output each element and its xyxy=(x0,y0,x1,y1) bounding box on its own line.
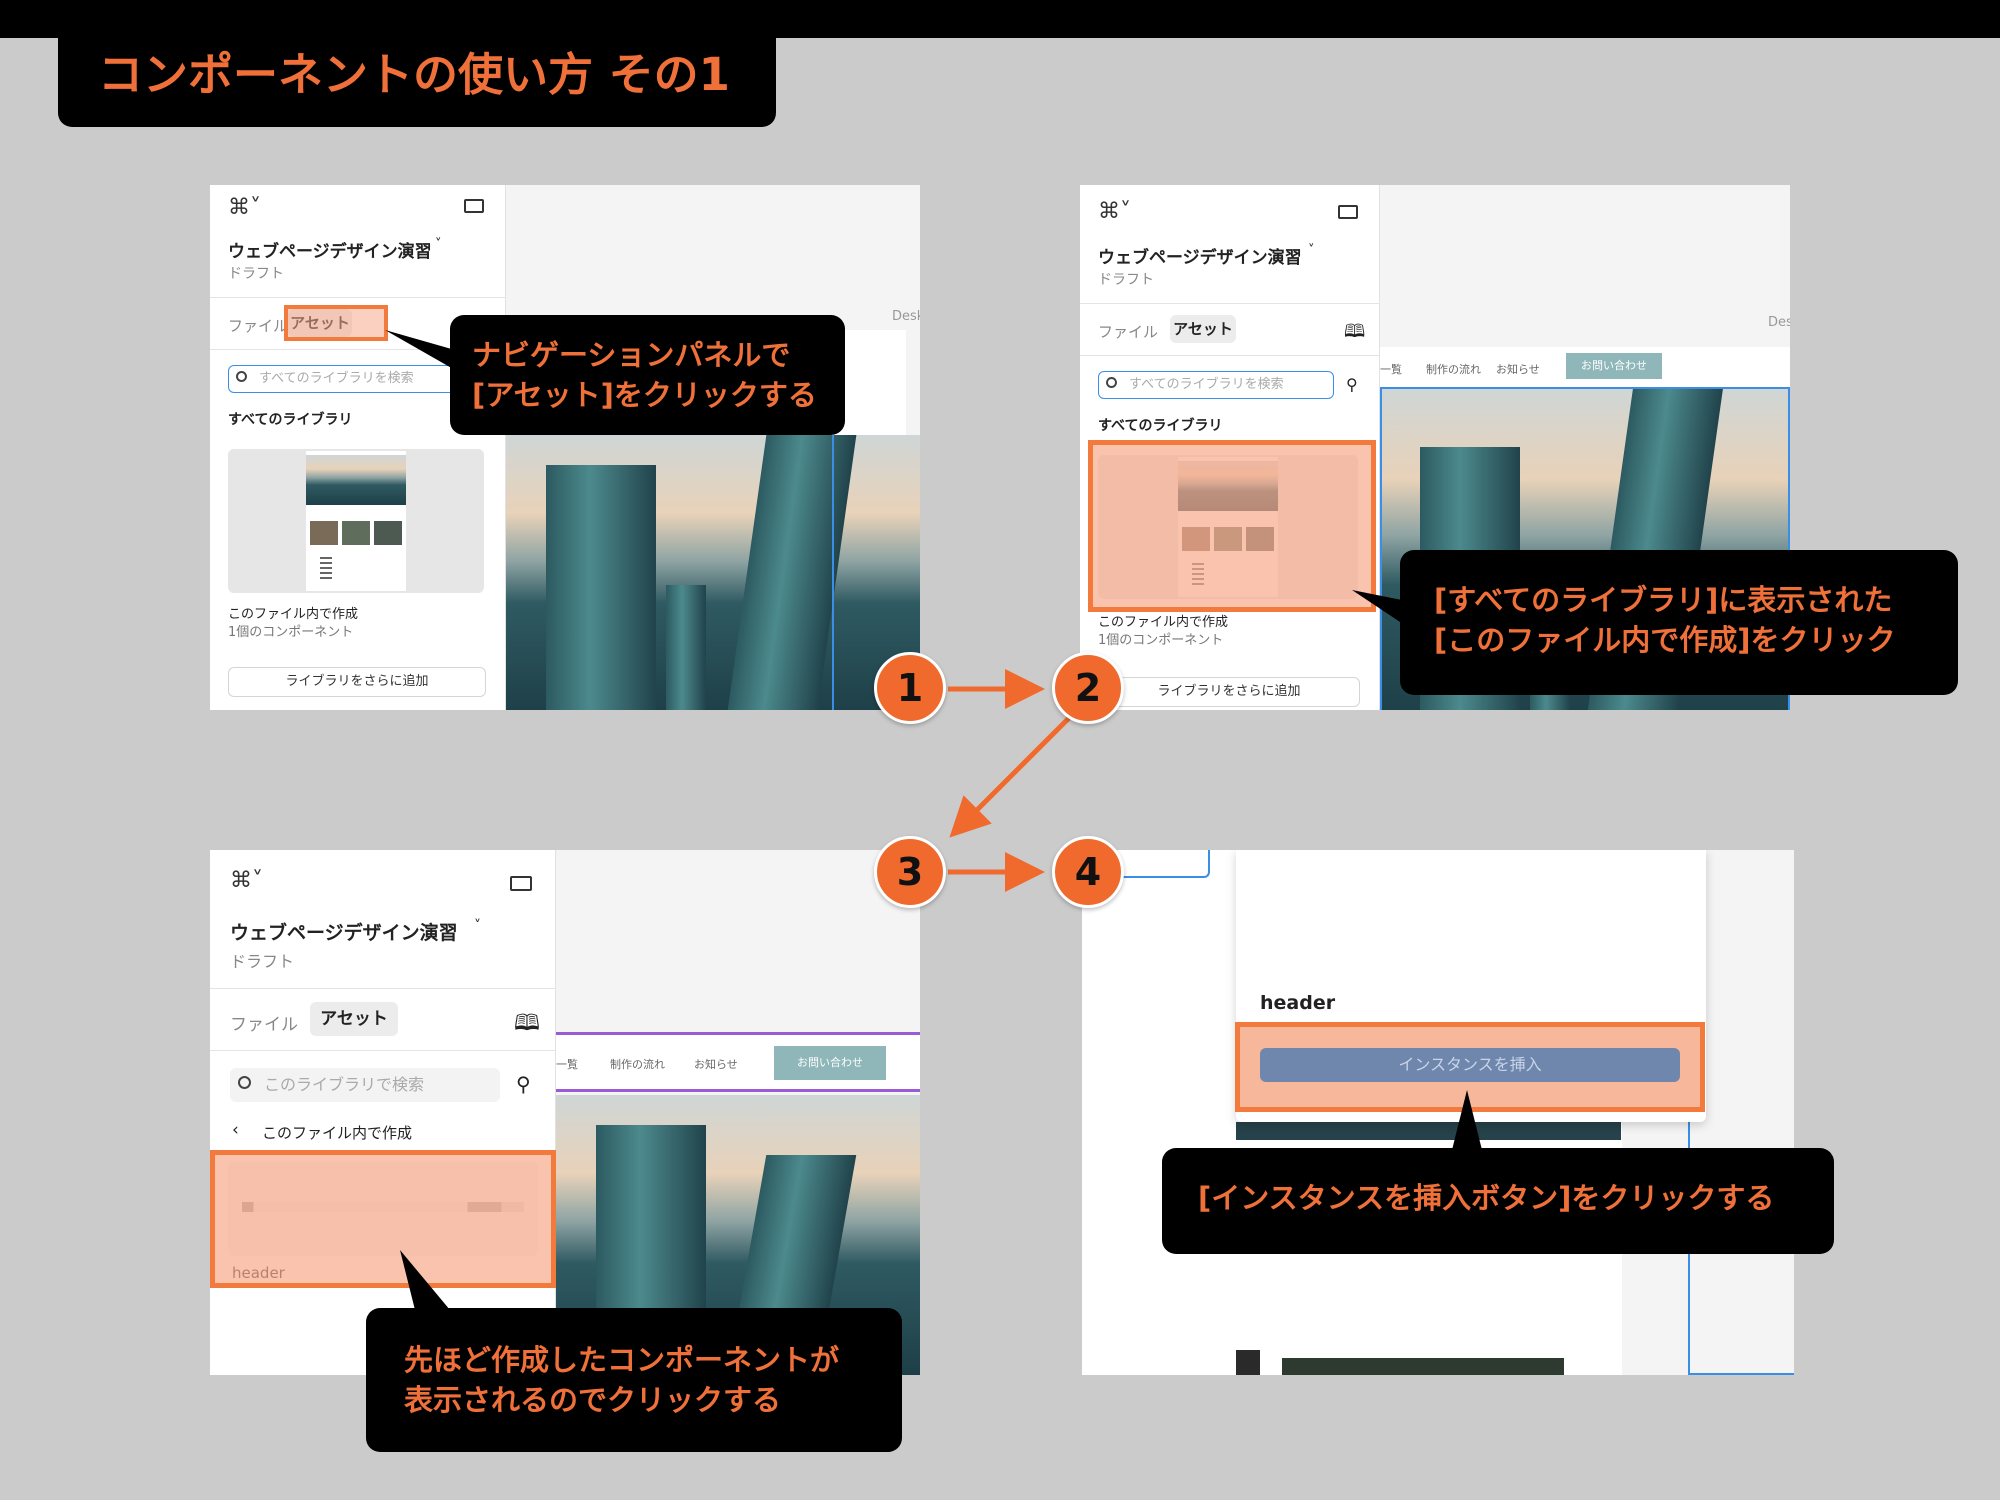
step-2-badge: 2 xyxy=(1052,652,1124,724)
step-4-badge: 4 xyxy=(1052,836,1124,908)
step-3-badge: 3 xyxy=(874,836,946,908)
flow-arrows xyxy=(948,669,1072,892)
step-1-badge: 1 xyxy=(874,652,946,724)
arrow-2-to-3 xyxy=(949,715,1072,838)
